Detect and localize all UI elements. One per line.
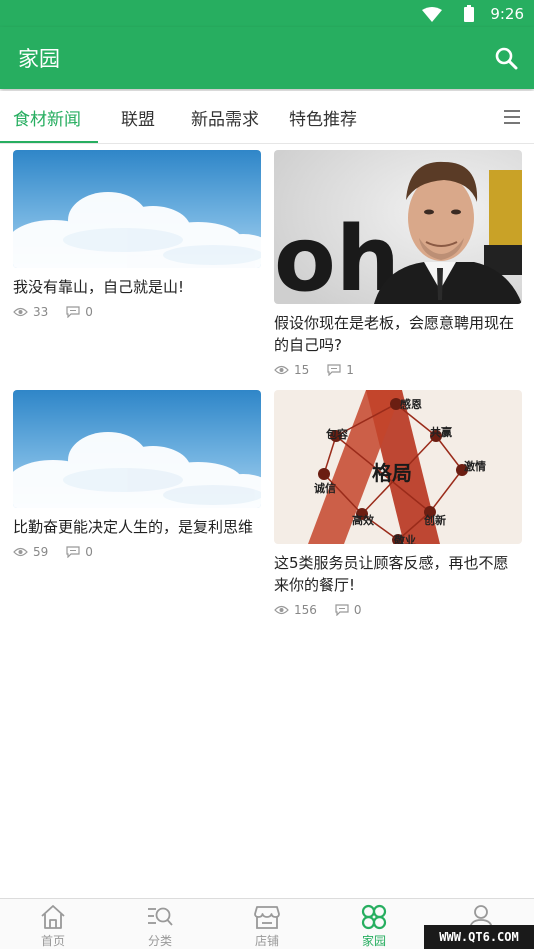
comment-count: 0: [66, 545, 93, 559]
diagram-label: 感恩: [400, 397, 422, 411]
view-count: 156: [274, 603, 317, 617]
view-count: 15: [274, 363, 309, 377]
diagram-label: 高效: [352, 513, 375, 527]
nav-store[interactable]: 店铺: [237, 903, 297, 949]
article-card[interactable]: 感恩 包容 共赢 诚信 激情 高效 创新 敬业 格局 这5类服务员让顾客反感，再…: [274, 390, 522, 618]
article-card[interactable]: 比勤奋更能决定人生的，是复利思维 59 0: [13, 390, 261, 560]
eye-icon: [274, 365, 289, 375]
diagram-center-label: 格局: [372, 461, 412, 485]
watermark: WWW.QT6.COM: [424, 925, 534, 949]
comment-icon: [66, 306, 80, 318]
eye-icon: [13, 307, 28, 317]
tab-featured[interactable]: 特色推荐: [289, 105, 357, 130]
comment-icon: [335, 604, 349, 616]
nav-community[interactable]: 家园: [344, 903, 404, 949]
article-meta: 156 0: [274, 602, 522, 618]
article-thumbnail: [13, 150, 261, 268]
category-search-icon: [148, 907, 173, 926]
article-title[interactable]: 这5类服务员让顾客反感，再也不愿来你的餐厅!: [274, 552, 522, 596]
app-bar: 家园: [0, 27, 534, 89]
diagram-label: 敬业: [393, 533, 416, 544]
diagram-label: 包容: [325, 427, 348, 441]
diagram-label: 激情: [464, 459, 486, 473]
diagram-label: 共赢: [430, 425, 452, 439]
tab-alliance[interactable]: 联盟: [121, 105, 155, 130]
view-count: 33: [13, 305, 48, 319]
clover-icon: [361, 904, 387, 930]
article-thumbnail: [13, 390, 261, 508]
diagram-label: 诚信: [314, 481, 336, 495]
menu-icon[interactable]: [502, 108, 522, 126]
article-meta: 15 1: [274, 362, 522, 378]
article-meta: 59 0: [13, 544, 261, 560]
nav-home[interactable]: 首页: [23, 903, 83, 949]
eye-icon: [274, 605, 289, 615]
tab-new-product-demand[interactable]: 新品需求: [191, 105, 259, 130]
article-card[interactable]: 我没有靠山，自己就是山! 33 0: [13, 150, 261, 320]
battery-icon: [464, 5, 474, 22]
article-thumbnail: oh: [274, 150, 522, 304]
article-card[interactable]: oh 假设你现在是老板，会愿意聘用现在的自己吗? 15 1: [274, 150, 522, 378]
comment-icon: [327, 364, 341, 376]
diagram-label: 创新: [423, 513, 446, 527]
article-title[interactable]: 比勤奋更能决定人生的，是复利思维: [13, 516, 261, 538]
article-meta: 33 0: [13, 304, 261, 320]
status-time: 9:26: [490, 5, 524, 23]
home-icon: [41, 905, 65, 929]
view-count: 59: [13, 545, 48, 559]
tab-indicator: [0, 141, 98, 143]
nav-category[interactable]: 分类: [130, 903, 190, 949]
comment-count: 1: [327, 363, 354, 377]
tab-food-news[interactable]: 食材新闻: [13, 105, 81, 130]
wifi-icon: [422, 7, 442, 22]
comment-count: 0: [66, 305, 93, 319]
article-thumbnail: 感恩 包容 共赢 诚信 激情 高效 创新 敬业 格局: [274, 390, 522, 544]
article-title[interactable]: 我没有靠山，自己就是山!: [13, 276, 261, 298]
search-icon[interactable]: [494, 46, 518, 70]
status-bar: 9:26: [0, 0, 534, 27]
category-tabs: 食材新闻 联盟 新品需求 特色推荐: [0, 91, 534, 144]
comment-icon: [66, 546, 80, 558]
article-title[interactable]: 假设你现在是老板，会愿意聘用现在的自己吗?: [274, 312, 522, 356]
page-title: 家园: [18, 47, 60, 71]
comment-count: 0: [335, 603, 362, 617]
store-icon: [254, 906, 280, 929]
eye-icon: [13, 547, 28, 557]
